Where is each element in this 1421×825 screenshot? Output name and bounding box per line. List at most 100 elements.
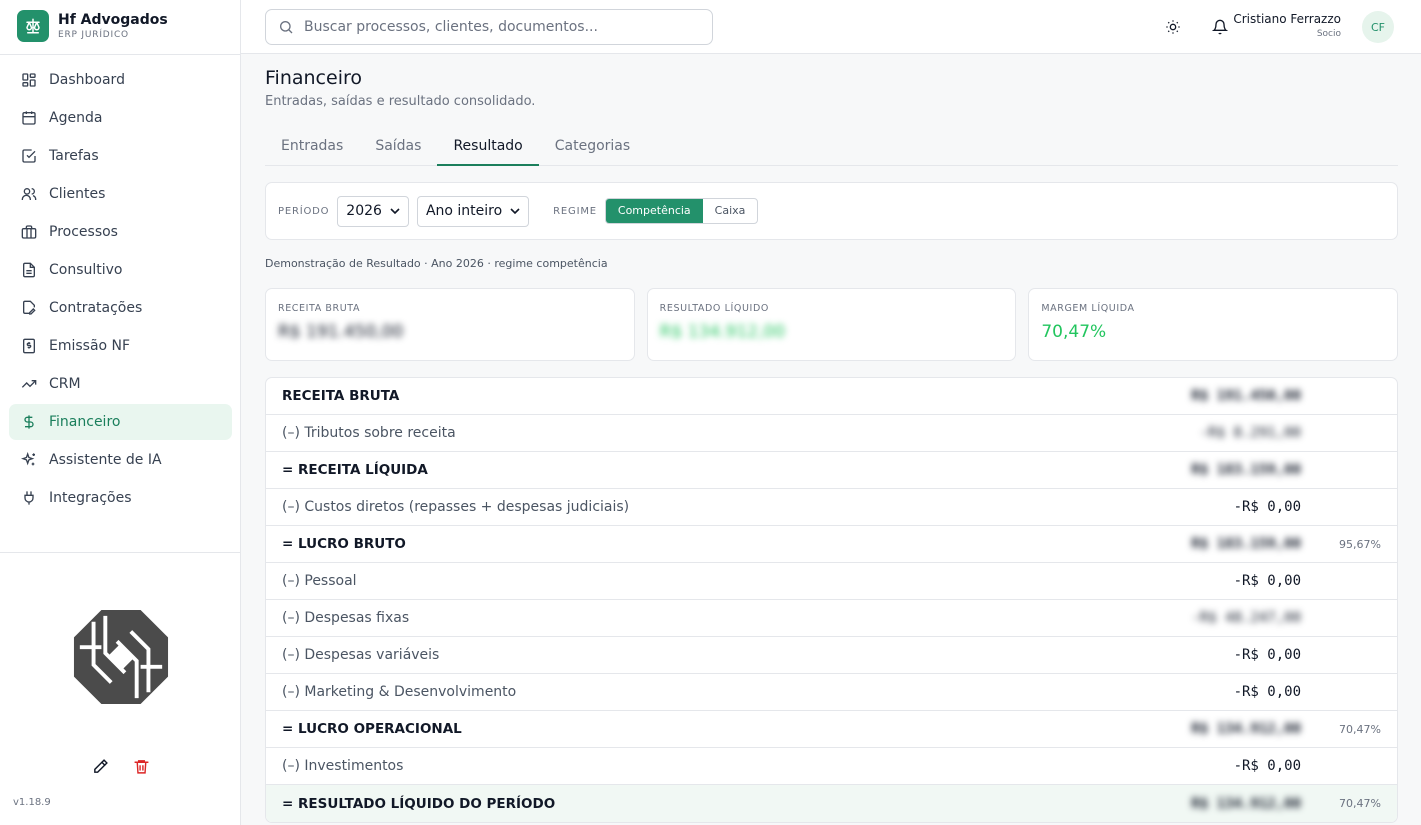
row-label: (–) Marketing & Desenvolvimento	[282, 684, 517, 700]
sidebar-item-label: Financeiro	[49, 414, 121, 430]
tab-categorias[interactable]: Categorias	[539, 130, 646, 166]
brand-subtitle: ERP JURÍDICO	[58, 30, 129, 40]
range-select[interactable]: Ano inteiro	[416, 195, 530, 227]
sidebar-item-label: Dashboard	[49, 72, 125, 88]
table-row: (–) Pessoal -R$ 0,00	[266, 563, 1397, 600]
table-row: (–) Custos diretos (repasses + despesas …	[266, 489, 1397, 526]
sidebar-item-label: Emissão NF	[49, 338, 131, 354]
sidebar-item-clientes[interactable]: Clientes	[9, 176, 232, 212]
table-row: (–) Investimentos -R$ 0,00	[266, 748, 1397, 785]
brand-name: Hf Advogados	[58, 12, 168, 28]
summary-cards: RECEITA BRUTA R$ 191.450,00 RESULTADO LÍ…	[265, 288, 1399, 361]
row-label: = RECEITA LÍQUIDA	[282, 462, 428, 478]
document-icon	[23, 262, 35, 278]
user-info[interactable]: Cristiano Ferrazzo Socio	[1233, 11, 1341, 41]
row-label: = LUCRO OPERACIONAL	[282, 721, 462, 737]
avatar[interactable]: CF	[1362, 11, 1394, 43]
user-role: Socio	[1316, 29, 1341, 39]
company-logo	[73, 609, 169, 705]
briefcase-icon	[21, 225, 37, 239]
sidebar-item-label: CRM	[49, 376, 81, 392]
theme-toggle-button[interactable]	[1163, 17, 1183, 37]
notifications-button[interactable]	[1210, 17, 1230, 37]
regime-competencia-button[interactable]: Competência	[605, 199, 703, 223]
year-select[interactable]: 2026	[337, 195, 409, 227]
table-row: = LUCRO OPERACIONAL R$ 134.912,00 70,47%	[266, 711, 1397, 748]
row-label: = RESULTADO LÍQUIDO DO PERÍODO	[282, 795, 556, 812]
row-percentage: 70,47%	[1339, 797, 1381, 810]
sidebar-item-processos[interactable]: Processos	[9, 214, 232, 250]
trash-icon[interactable]	[133, 758, 150, 775]
sidebar-item-contratacoes[interactable]: Contratações	[9, 290, 232, 326]
app-version: v1.18.9	[13, 797, 51, 808]
row-label: RECEITA BRUTA	[282, 388, 400, 404]
table-row: (–) Tributos sobre receita -R$ 8.291,00	[266, 415, 1397, 452]
card-label: RESULTADO LÍQUIDO	[659, 303, 769, 314]
row-value: -R$ 0,00	[1233, 647, 1301, 663]
checkbox-icon	[22, 149, 36, 163]
card-value: 70,47%	[1041, 322, 1107, 342]
tabs: Entradas Saídas Resultado Categorias	[265, 130, 1398, 166]
sidebar-item-consultivo[interactable]: Consultivo	[9, 252, 232, 288]
sun-icon	[1166, 20, 1180, 34]
calendar-icon	[22, 111, 36, 125]
topbar: Cristiano Ferrazzo Socio CF	[241, 0, 1421, 54]
sidebar-item-assistente-ia[interactable]: Assistente de IA	[9, 442, 232, 478]
sidebar-item-agenda[interactable]: Agenda	[9, 100, 232, 136]
tab-saidas[interactable]: Saídas	[359, 130, 437, 166]
search-box[interactable]	[265, 9, 713, 45]
row-label: (–) Pessoal	[282, 573, 357, 589]
user-name: Cristiano Ferrazzo	[1233, 12, 1341, 26]
year-value: 2026	[346, 203, 382, 219]
sidebar-item-financeiro[interactable]: Financeiro	[9, 404, 232, 440]
filters-bar: PERÍODO 2026 Ano inteiro REGIME Competên…	[265, 182, 1398, 240]
table-row: (–) Despesas fixas -R$ 48.247,00	[266, 600, 1397, 637]
row-value: R$ 183.159,00	[1191, 536, 1301, 552]
row-label: (–) Investimentos	[282, 758, 404, 774]
sidebar-item-emissao-nf[interactable]: Emissão NF	[9, 328, 232, 364]
sidebar-item-label: Consultivo	[49, 262, 123, 278]
chevron-down-icon	[510, 208, 520, 215]
regime-caixa-button[interactable]: Caixa	[703, 199, 758, 223]
scales-icon	[17, 10, 49, 42]
period-label: PERÍODO	[278, 205, 330, 217]
edit-document-icon	[23, 300, 36, 315]
table-row: RECEITA BRUTA R$ 191.450,00	[266, 378, 1397, 415]
sidebar-item-label: Tarefas	[49, 148, 99, 164]
card-value: R$ 134.912,00	[659, 322, 786, 342]
sidebar-item-label: Clientes	[49, 186, 106, 202]
pencil-icon[interactable]	[92, 758, 109, 775]
row-value: R$ 134.912,00	[1191, 795, 1301, 812]
page-subtitle: Entradas, saídas e resultado consolidado…	[265, 94, 536, 109]
logo-actions	[92, 758, 150, 775]
regime-label: REGIME	[553, 205, 597, 217]
row-label: (–) Despesas fixas	[282, 610, 410, 626]
regime-toggle: Competência Caixa	[604, 198, 759, 224]
sidebar-item-label: Agenda	[49, 110, 103, 126]
range-value: Ano inteiro	[425, 203, 503, 219]
sidebar-item-dashboard[interactable]: Dashboard	[9, 62, 232, 98]
sidebar-item-tarefas[interactable]: Tarefas	[9, 138, 232, 174]
sidebar-item-crm[interactable]: CRM	[9, 366, 232, 402]
row-percentage: 95,67%	[1339, 537, 1381, 551]
sparkles-icon	[21, 452, 35, 466]
row-value: -R$ 48.247,00	[1191, 610, 1301, 626]
trend-icon	[21, 380, 37, 388]
row-value: -R$ 0,00	[1233, 758, 1301, 774]
card-label: RECEITA BRUTA	[278, 303, 361, 314]
sidebar-divider	[0, 54, 240, 55]
card-resultado-liquido: RESULTADO LÍQUIDO R$ 134.912,00	[646, 288, 1017, 361]
bell-icon	[1212, 19, 1228, 35]
row-label: = LUCRO BRUTO	[282, 536, 406, 552]
tab-resultado[interactable]: Resultado	[437, 130, 539, 166]
sidebar-item-integracoes[interactable]: Integrações	[9, 480, 232, 516]
chevron-down-icon	[390, 208, 400, 215]
sidebar-item-label: Integrações	[49, 490, 132, 506]
brand[interactable]: Hf Advogados ERP JURÍDICO	[17, 10, 168, 42]
sidebar-item-label: Assistente de IA	[49, 452, 162, 468]
sidebar-divider	[0, 552, 240, 553]
table-row: (–) Despesas variáveis -R$ 0,00	[266, 637, 1397, 674]
tab-entradas[interactable]: Entradas	[265, 130, 359, 166]
card-receita-bruta: RECEITA BRUTA R$ 191.450,00	[265, 288, 635, 361]
search-input[interactable]	[304, 19, 694, 35]
